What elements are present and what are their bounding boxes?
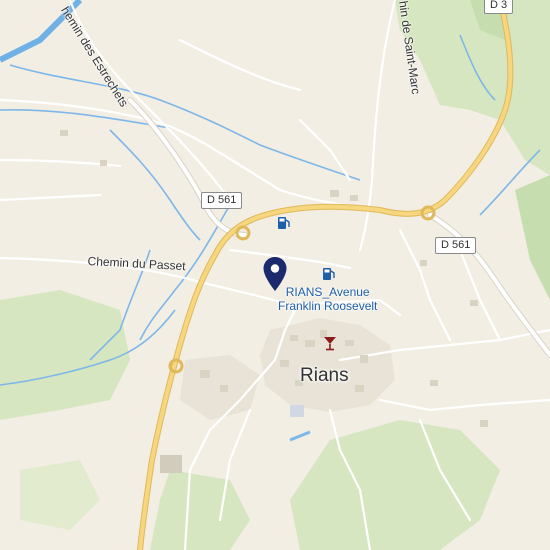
map-canvas[interactable]: D 3 D 561 D 561 Chemin du Passet hemin d… <box>0 0 550 550</box>
location-label[interactable]: RIANS_Avenue Franklin Roosevelt <box>278 285 377 313</box>
location-label-line1: RIANS_Avenue <box>285 285 370 299</box>
location-label-line2: Franklin Roosevelt <box>278 299 378 313</box>
fuel-station-icon[interactable] <box>321 266 337 282</box>
bar-icon[interactable] <box>321 334 339 352</box>
road-shield-d561-west: D 561 <box>201 192 243 209</box>
road-shield-d561-east: D 561 <box>435 237 477 254</box>
road-shield-d3: D 3 <box>484 0 514 14</box>
fuel-station-icon[interactable] <box>276 215 292 231</box>
town-label: Rians <box>300 365 349 386</box>
